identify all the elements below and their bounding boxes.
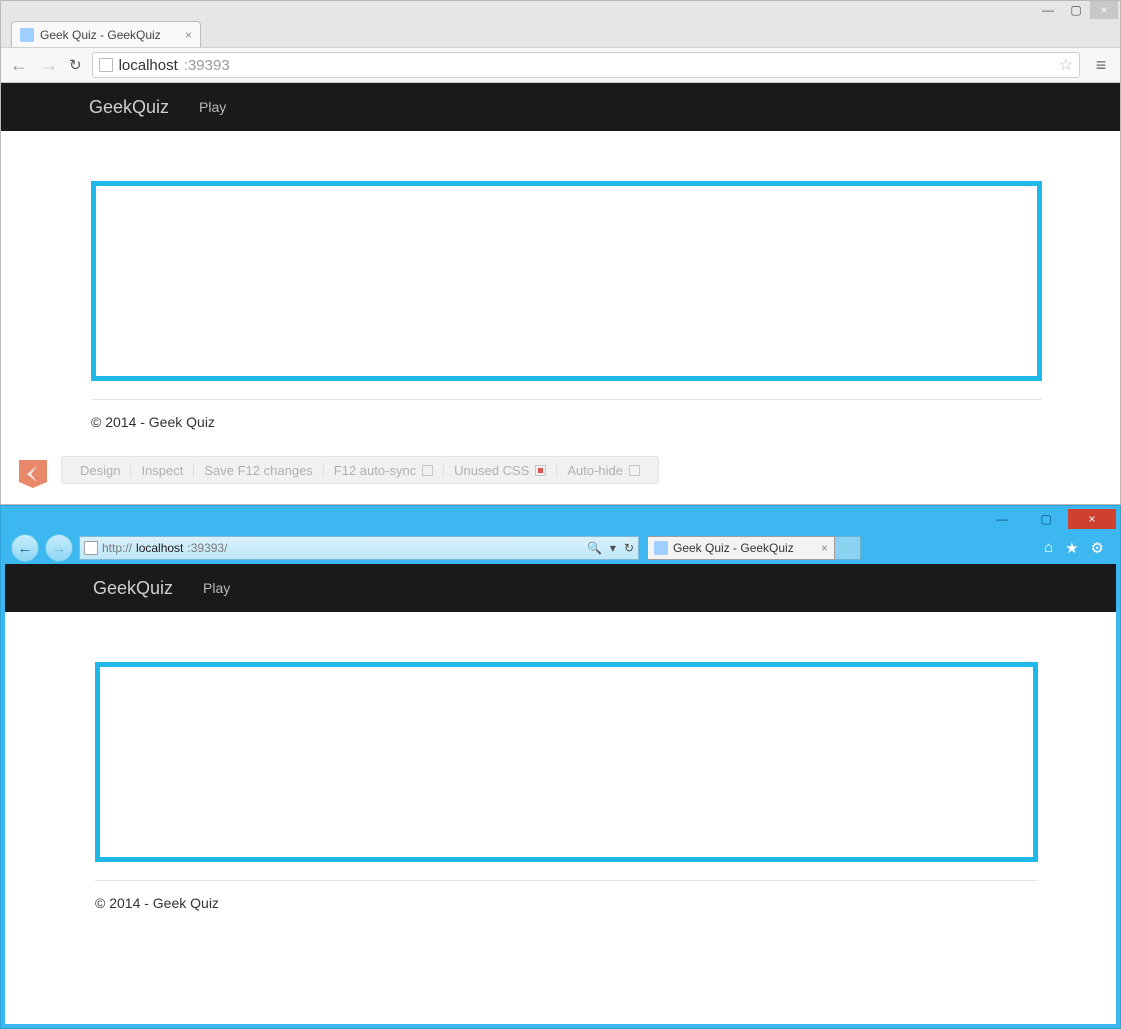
app-brand[interactable]: GeekQuiz xyxy=(93,578,173,599)
chrome-window: — ▢ × Geek Quiz - GeekQuiz × ← → ↻ local… xyxy=(0,0,1121,505)
tab-close-icon[interactable]: × xyxy=(185,28,192,42)
bl-design-button[interactable]: Design xyxy=(70,463,131,478)
app-brand[interactable]: GeekQuiz xyxy=(89,97,169,118)
chrome-toolbar: ← → ↻ localhost :39393 ☆ ≡ xyxy=(1,47,1120,83)
quiz-card[interactable] xyxy=(91,181,1042,381)
page-content-ie: GeekQuiz Play © 2014 - Geek Quiz xyxy=(5,564,1116,1024)
bl-unused-css-toggle[interactable]: Unused CSS xyxy=(444,463,557,478)
minimize-button[interactable]: — xyxy=(1034,1,1062,19)
browser-tab[interactable]: Geek Quiz - GeekQuiz × xyxy=(647,536,835,560)
nav-play-link[interactable]: Play xyxy=(203,580,230,596)
new-tab-button[interactable] xyxy=(835,536,861,560)
tab-title: Geek Quiz - GeekQuiz xyxy=(673,541,794,555)
ie-window: — ▢ × ← → http:// localhost :39393/ 🔍 ▾ ↻ … xyxy=(0,505,1121,1029)
url-prefix: http:// xyxy=(102,541,132,555)
maximize-button[interactable]: ▢ xyxy=(1024,509,1068,529)
app-navbar: GeekQuiz Play xyxy=(1,83,1120,131)
search-icon[interactable]: 🔍 xyxy=(587,541,602,555)
page-icon xyxy=(99,58,113,72)
bl-autosync-label: F12 auto-sync xyxy=(334,463,416,478)
address-bar[interactable]: localhost :39393 ☆ xyxy=(92,52,1080,78)
tools-gear-icon[interactable]: ⚙ xyxy=(1091,539,1104,557)
reload-button[interactable]: ↻ xyxy=(69,56,82,74)
url-host: localhost xyxy=(136,541,183,555)
close-button[interactable]: × xyxy=(1090,1,1118,19)
footer-text: © 2014 - Geek Quiz xyxy=(91,414,1042,450)
bl-autosync-toggle[interactable]: F12 auto-sync xyxy=(324,463,444,478)
chrome-menu-icon[interactable]: ≡ xyxy=(1090,55,1112,76)
favicon-icon xyxy=(654,541,668,555)
page-icon xyxy=(84,541,98,555)
bl-autohide-label: Auto-hide xyxy=(567,463,623,478)
ie-tabstrip: Geek Quiz - GeekQuiz × xyxy=(647,536,861,560)
favicon-icon xyxy=(20,28,34,42)
home-icon[interactable]: ⌂ xyxy=(1044,539,1053,557)
refresh-icon[interactable]: ↻ xyxy=(624,541,634,555)
app-navbar: GeekQuiz Play xyxy=(5,564,1116,612)
back-button[interactable]: ← xyxy=(9,55,29,76)
url-rest: :39393 xyxy=(184,57,230,74)
ie-titlebar: — ▢ × xyxy=(5,506,1116,532)
back-button[interactable]: ← xyxy=(11,534,39,562)
page-body: © 2014 - Geek Quiz xyxy=(1,131,1120,470)
bookmark-star-icon[interactable]: ☆ xyxy=(1059,55,1073,75)
visual-studio-badge-icon[interactable] xyxy=(15,456,51,492)
dropdown-icon[interactable]: ▾ xyxy=(610,541,616,555)
page-body: © 2014 - Geek Quiz xyxy=(5,612,1116,951)
divider xyxy=(91,399,1042,400)
url-host: localhost xyxy=(119,57,178,74)
forward-button[interactable]: → xyxy=(39,55,59,76)
chrome-titlebar: — ▢ × xyxy=(1,1,1120,21)
page-content-chrome: GeekQuiz Play © 2014 - Geek Quiz Design … xyxy=(1,83,1120,504)
quiz-card[interactable] xyxy=(95,662,1038,862)
close-button[interactable]: × xyxy=(1068,509,1116,529)
address-bar[interactable]: http:// localhost :39393/ 🔍 ▾ ↻ xyxy=(79,536,639,560)
bl-save-button[interactable]: Save F12 changes xyxy=(194,463,323,478)
tab-title: Geek Quiz - GeekQuiz xyxy=(40,28,161,42)
maximize-button[interactable]: ▢ xyxy=(1062,1,1090,19)
footer-text: © 2014 - Geek Quiz xyxy=(95,895,1038,931)
ie-command-bar: ⌂ ★ ⚙ xyxy=(1044,539,1110,557)
favorites-star-icon[interactable]: ★ xyxy=(1065,539,1078,557)
bl-unused-label: Unused CSS xyxy=(454,463,529,478)
nav-play-link[interactable]: Play xyxy=(199,99,226,115)
url-rest: :39393/ xyxy=(187,541,227,555)
bl-autohide-toggle[interactable]: Auto-hide xyxy=(557,463,650,478)
bl-inspect-button[interactable]: Inspect xyxy=(131,463,194,478)
chrome-tabstrip: Geek Quiz - GeekQuiz × xyxy=(1,21,1120,47)
checkbox-filled-icon xyxy=(535,465,546,476)
ie-toolbar: ← → http:// localhost :39393/ 🔍 ▾ ↻ Geek Q… xyxy=(5,532,1116,564)
browser-tab[interactable]: Geek Quiz - GeekQuiz × xyxy=(11,21,201,47)
browser-link-toolbar: Design Inspect Save F12 changes F12 auto… xyxy=(61,456,659,484)
minimize-button[interactable]: — xyxy=(980,509,1024,529)
forward-button[interactable]: → xyxy=(45,534,73,562)
divider xyxy=(95,880,1038,881)
checkbox-icon xyxy=(422,465,433,476)
checkbox-icon xyxy=(629,465,640,476)
tab-close-icon[interactable]: × xyxy=(821,541,828,555)
